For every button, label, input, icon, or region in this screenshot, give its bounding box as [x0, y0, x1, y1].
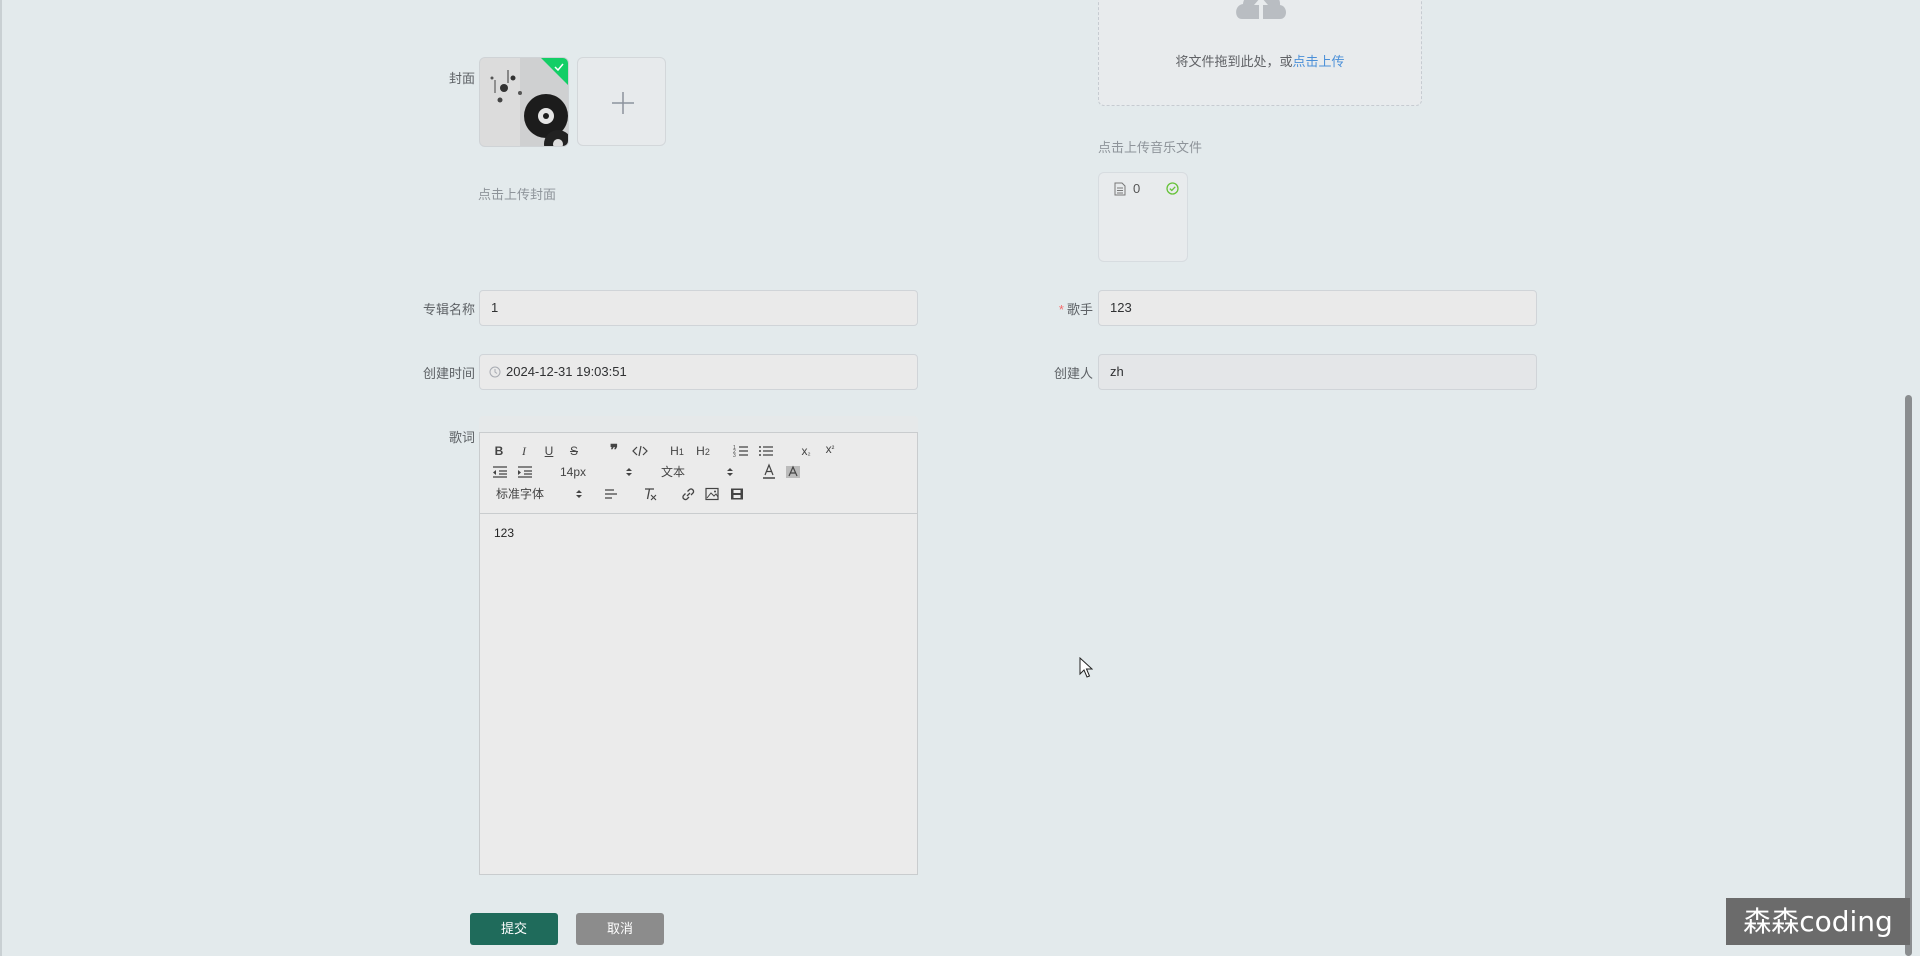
upload-cloud-icon: [1236, 0, 1286, 19]
uploaded-music-file[interactable]: 0: [1098, 172, 1188, 262]
album-name-input[interactable]: 1: [479, 290, 918, 326]
create-time-input[interactable]: 2024-12-31 19:03:51: [479, 354, 918, 390]
link-icon: [682, 488, 695, 501]
underline-button[interactable]: U: [542, 442, 556, 460]
scrollbar-thumb[interactable]: [1905, 395, 1912, 956]
font-color-icon: [763, 463, 775, 479]
dropzone-text: 将文件拖到此处，或点击上传: [1099, 51, 1421, 70]
font-size-value: 14px: [560, 465, 587, 479]
ordered-list-icon: 123: [733, 445, 748, 459]
clock-icon: [489, 366, 501, 378]
video-icon: [731, 488, 743, 500]
singer-input[interactable]: 123: [1098, 290, 1537, 326]
click-upload-link[interactable]: 点击上传: [1293, 54, 1345, 69]
code-icon: [632, 445, 648, 457]
blockquote-button[interactable]: ❞: [606, 442, 622, 460]
header-value: 文本: [661, 465, 686, 479]
select-arrows-icon: [576, 490, 582, 498]
cursor-icon: [1079, 657, 1093, 678]
creator-label: 创建人: [1053, 366, 1093, 381]
outdent-icon: [493, 466, 507, 478]
creator-input: zh: [1098, 354, 1537, 390]
lyrics-label: 歌词: [448, 430, 475, 445]
align-button[interactable]: [603, 485, 619, 503]
bold-button[interactable]: B: [492, 442, 506, 460]
font-size-select[interactable]: 14px: [560, 463, 640, 481]
cover-upload-tip: 点击上传封面: [478, 187, 557, 202]
dropzone-hint: 将文件拖到此处，或: [1175, 54, 1293, 69]
file-doc-icon: [1114, 182, 1126, 196]
outdent-button[interactable]: [492, 463, 508, 481]
select-arrows-icon: [727, 468, 733, 476]
italic-button[interactable]: I: [517, 442, 531, 460]
watermark-badge: 森森coding: [1726, 898, 1910, 945]
code-block-button[interactable]: [631, 442, 649, 460]
plus-icon: [612, 92, 634, 114]
indent-icon: [518, 466, 532, 478]
music-file-name: 0: [1133, 181, 1141, 196]
cover-label: 封面: [448, 71, 475, 86]
h1-button[interactable]: H1: [668, 442, 686, 460]
page-left-edge: [0, 0, 2, 956]
music-upload-tip: 点击上传音乐文件: [1098, 140, 1203, 155]
image-button[interactable]: [704, 485, 720, 503]
background-color-button[interactable]: [785, 463, 801, 481]
create-time-label: 创建时间: [422, 366, 475, 381]
svg-text:3: 3: [733, 453, 736, 459]
clear-format-icon: [645, 488, 657, 501]
select-arrows-icon: [626, 468, 632, 476]
clear-format-button[interactable]: [642, 485, 658, 503]
align-left-icon: [605, 489, 617, 499]
font-color-button[interactable]: [761, 463, 777, 481]
editor-toolbar: B I U S ❞ H1 H2 123 x₂ x² 14px 文本 标准字体: [479, 432, 918, 514]
font-family-select[interactable]: 标准字体: [496, 485, 592, 503]
bullet-list-button[interactable]: [758, 442, 774, 460]
image-icon: [705, 487, 719, 501]
ordered-list-button[interactable]: 123: [733, 442, 749, 460]
album-name-label: 专辑名称: [422, 302, 475, 317]
lyrics-editor-body[interactable]: 123: [479, 513, 918, 875]
cancel-button[interactable]: 取消: [576, 913, 664, 945]
required-mark: *: [1058, 302, 1064, 317]
link-button[interactable]: [680, 485, 696, 503]
indent-button[interactable]: [517, 463, 533, 481]
video-button[interactable]: [729, 485, 745, 503]
header-select[interactable]: 文本: [661, 463, 741, 481]
editor-top-strip: [479, 416, 918, 432]
music-upload-dropzone[interactable]: 将文件拖到此处，或点击上传: [1098, 0, 1422, 106]
font-family-value: 标准字体: [496, 487, 545, 501]
cover-thumbnail[interactable]: [479, 57, 569, 147]
success-circle-icon: [1166, 182, 1179, 195]
background-color-icon: [786, 465, 800, 478]
strike-button[interactable]: S: [567, 442, 581, 460]
superscript-button[interactable]: x²: [822, 440, 838, 458]
create-time-value: 2024-12-31 19:03:51: [506, 364, 627, 379]
h2-button[interactable]: H2: [694, 442, 712, 460]
add-cover-button[interactable]: [577, 57, 666, 146]
check-icon: [554, 63, 564, 72]
submit-button[interactable]: 提交: [470, 913, 558, 945]
singer-label-text: 歌手: [1066, 302, 1093, 317]
bullet-list-icon: [759, 446, 773, 456]
subscript-button[interactable]: x₂: [798, 442, 814, 460]
singer-label: * 歌手: [1023, 299, 1093, 318]
